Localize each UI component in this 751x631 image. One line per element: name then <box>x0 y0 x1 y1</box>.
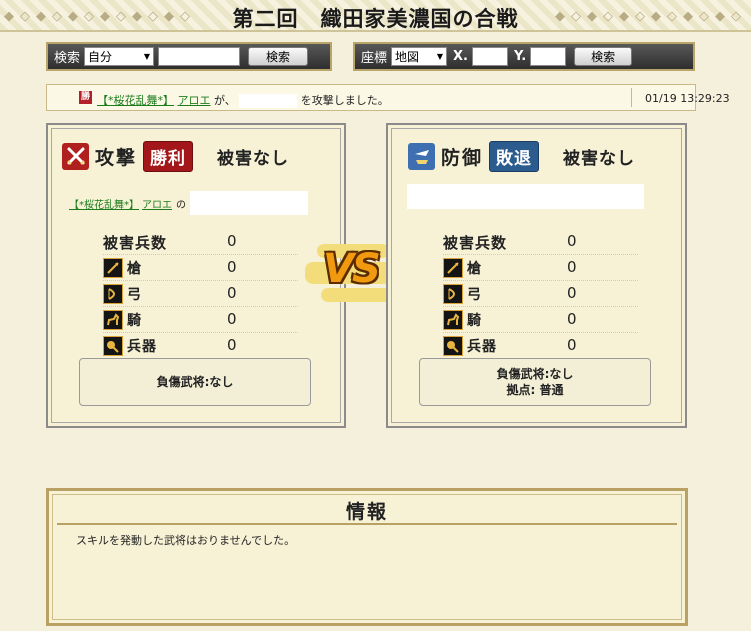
attacker-stat-spear: 槍 0 <box>103 255 298 281</box>
stat-value: 0 <box>227 284 237 302</box>
attacker-header: 攻撃 勝利 被害なし <box>62 140 290 172</box>
defender-stat-cavalry: 騎 0 <box>443 307 638 333</box>
search-button[interactable]: 検索 <box>248 47 309 66</box>
attacker-stat-cavalry: 騎 0 <box>103 307 298 333</box>
stat-label: 騎 <box>467 313 482 329</box>
info-divider <box>57 523 677 525</box>
x-label: X. <box>453 49 468 64</box>
log-target-blank <box>239 94 298 108</box>
stat-value: 0 <box>227 258 237 276</box>
coordinate-search-button[interactable]: 検索 <box>574 47 633 66</box>
defender-stat-total: 被害兵数 0 <box>443 229 638 255</box>
defender-injury-box: 負傷武将:なし 拠点: 普通 <box>419 358 651 406</box>
title-decoration-right: ◆◇◆◇◆◇◆◇◆◇◆◇ <box>555 9 747 24</box>
log-particle: が、 <box>214 94 236 107</box>
battle-log-message: 【*桜花乱舞*】 アロエ が、 を攻撃しました。 <box>97 92 389 108</box>
stat-label: 槍 <box>127 261 142 277</box>
stat-label: 騎 <box>127 313 142 329</box>
chevron-down-icon: ▼ <box>143 52 151 61</box>
x-coordinate-input[interactable] <box>471 47 508 66</box>
coordinate-map-select[interactable]: 地図 ▼ <box>391 47 448 66</box>
victory-badge: 勝 <box>79 91 92 104</box>
attacker-panel: 攻撃 勝利 被害なし 【*桜花乱舞*】 アロエ の 被害兵数 0 槍 0 弓 0… <box>46 123 346 428</box>
info-title: 情報 <box>345 501 388 523</box>
bow-icon <box>103 284 123 304</box>
attacker-stat-total: 被害兵数 0 <box>103 229 298 255</box>
defender-header: 防御 敗退 被害なし <box>408 140 636 172</box>
search-bar: 検索 自分 ▼ 検索 <box>46 42 332 71</box>
log-player-link[interactable]: アロエ <box>178 94 211 107</box>
defender-role-label: 防御 <box>441 146 484 169</box>
log-alliance-link[interactable]: 【*桜花乱舞*】 <box>97 94 174 107</box>
stat-label: 槍 <box>467 261 482 277</box>
attacker-unit-blank <box>190 191 308 215</box>
stat-label: 兵器 <box>127 339 157 355</box>
defender-identity-blank <box>407 184 644 209</box>
defender-stat-spear: 槍 0 <box>443 255 638 281</box>
spear-icon <box>443 258 463 278</box>
defender-injury-text: 負傷武将:なし <box>496 367 574 381</box>
horse-icon <box>443 310 463 330</box>
search-scope-select[interactable]: 自分 ▼ <box>84 47 155 66</box>
spear-icon <box>103 258 123 278</box>
attacker-stat-bow: 弓 0 <box>103 281 298 307</box>
log-separator <box>631 88 632 107</box>
stat-value: 0 <box>567 232 577 250</box>
search-label: 検索 <box>54 51 81 66</box>
coordinate-label: 座標 <box>361 51 388 66</box>
stat-label: 被害兵数 <box>443 234 508 252</box>
title-band: ◆◇◆◇◆◇◆◇◆◇◆◇ 第二回 織田家美濃国の合戦 ◆◇◆◇◆◇◆◇◆◇◆◇ <box>0 0 751 32</box>
attacker-stat-weapon: 兵器 0 <box>103 333 298 359</box>
attacker-player-link[interactable]: アロエ <box>142 196 172 211</box>
stat-label: 兵器 <box>467 339 497 355</box>
attacker-role-label: 攻撃 <box>95 146 138 169</box>
defender-stat-bow: 弓 0 <box>443 281 638 307</box>
y-label: Y. <box>513 49 527 64</box>
siege-weapon-icon <box>443 336 463 356</box>
stat-value: 0 <box>567 284 577 302</box>
stat-value: 0 <box>567 336 577 354</box>
crossed-swords-icon <box>62 142 89 170</box>
siege-weapon-icon <box>103 336 123 356</box>
stat-value: 0 <box>567 258 577 276</box>
stat-value: 0 <box>227 336 237 354</box>
stat-value: 0 <box>227 232 237 250</box>
search-input[interactable] <box>158 47 241 66</box>
vs-text: VS <box>323 246 381 292</box>
horse-icon <box>103 310 123 330</box>
coordinate-map-value: 地図 <box>395 50 420 64</box>
defender-panel: 防御 敗退 被害なし 被害兵数 0 槍 0 弓 0 騎 0 兵器 0 負傷武将:… <box>386 123 687 428</box>
y-coordinate-input[interactable] <box>530 47 567 66</box>
info-panel: 情報 スキルを発動した武将はおりませんでした。 <box>46 488 688 626</box>
coordinate-bar: 座標 地図 ▼ X. Y. 検索 <box>353 42 695 71</box>
battle-log-entry: 勝 【*桜花乱舞*】 アロエ が、 を攻撃しました。 01/19 13:29:2… <box>46 84 730 111</box>
attacker-damage-text: 被害なし <box>217 148 290 169</box>
attacker-identity: 【*桜花乱舞*】 アロエ の <box>69 191 308 215</box>
log-suffix: を攻撃しました。 <box>300 94 389 107</box>
attacker-particle: の <box>176 199 186 211</box>
attacker-stats: 被害兵数 0 槍 0 弓 0 騎 0 兵器 0 <box>103 229 298 359</box>
defender-stats: 被害兵数 0 槍 0 弓 0 騎 0 兵器 0 <box>443 229 638 359</box>
stat-value: 0 <box>567 310 577 328</box>
log-timestamp: 01/19 13:29:23 <box>645 92 730 105</box>
defense-icon <box>408 142 435 170</box>
stat-value: 0 <box>227 310 237 328</box>
attacker-injury-text: 負傷武将:なし <box>156 375 234 389</box>
stat-label: 弓 <box>127 287 142 303</box>
info-message: スキルを発動した武将はおりませんでした。 <box>76 534 296 547</box>
chevron-down-icon: ▼ <box>436 52 444 61</box>
stat-label: 被害兵数 <box>103 234 168 252</box>
defender-result-badge: 敗退 <box>489 140 540 172</box>
bow-icon <box>443 284 463 304</box>
attacker-alliance-link[interactable]: 【*桜花乱舞*】 <box>69 196 139 211</box>
defender-stat-weapon: 兵器 0 <box>443 333 638 359</box>
defender-base-text: 拠点: 普通 <box>506 383 564 397</box>
defender-damage-text: 被害なし <box>563 148 636 169</box>
attacker-injury-box: 負傷武将:なし <box>79 358 311 406</box>
stat-label: 弓 <box>467 287 482 303</box>
attacker-result-badge: 勝利 <box>143 140 194 172</box>
search-scope-value: 自分 <box>88 50 113 64</box>
